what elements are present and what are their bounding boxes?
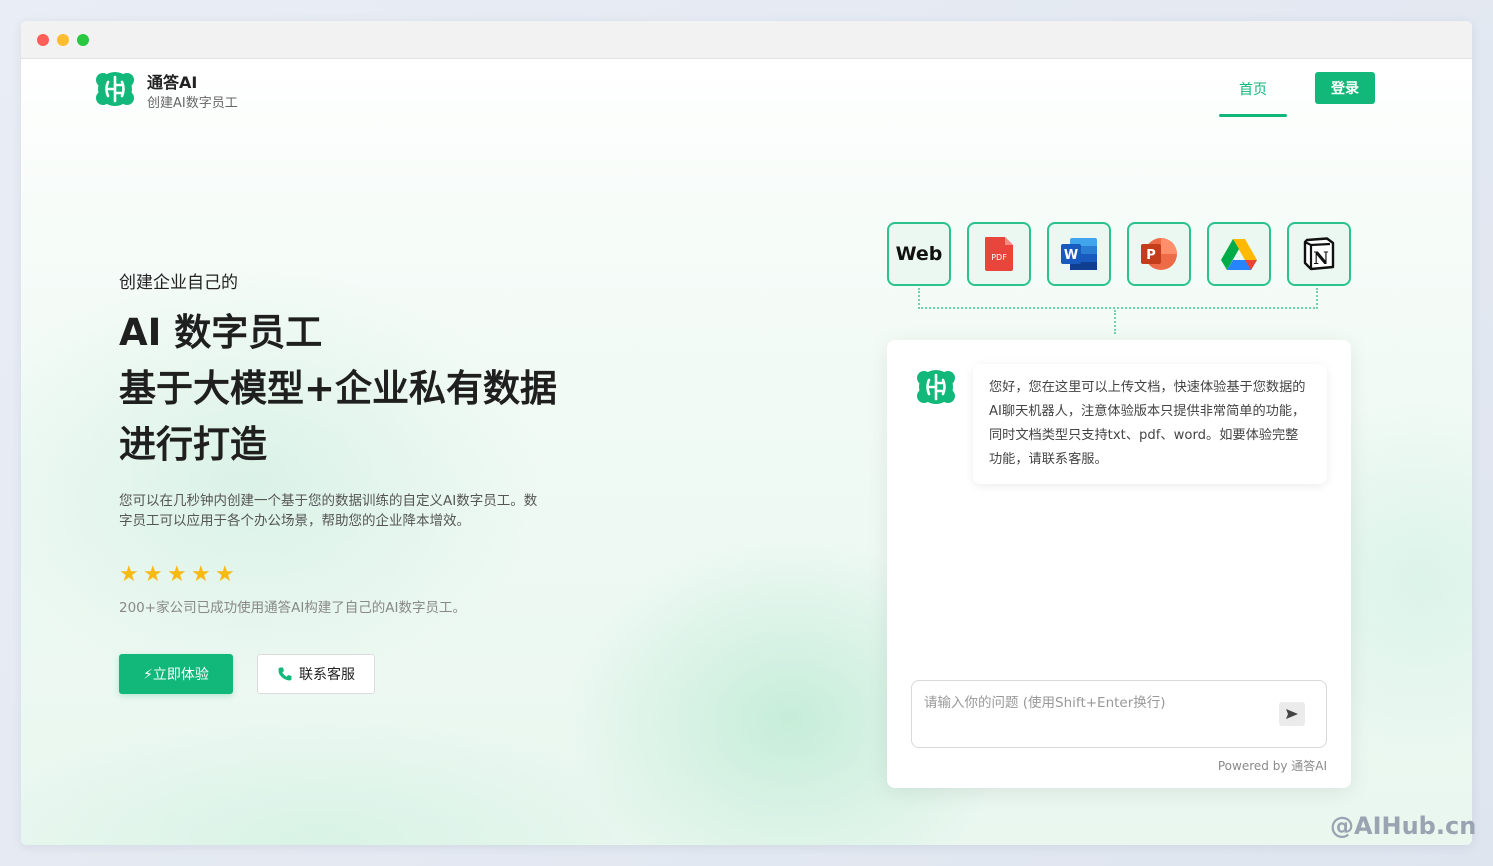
chat-widget: 您好，您在这里可以上传文档，快速体验基于您数据的AI聊天机器人，注意体验版本只提…: [887, 340, 1351, 788]
hero-kicker: 创建企业自己的: [119, 273, 238, 293]
star-icon: ★: [215, 562, 236, 587]
brand-name[interactable]: 通答AI: [147, 69, 197, 93]
brain-icon[interactable]: [94, 68, 136, 110]
integration-pdf: PDF: [967, 222, 1031, 286]
social-proof-text: 200+家公司已成功使用通答AI构建了自己的AI数字员工。: [119, 600, 467, 616]
try-now-button[interactable]: ⚡立即体验: [119, 654, 233, 694]
phone-icon: [278, 667, 292, 681]
hero-title-line: 进行打造: [119, 423, 267, 466]
svg-text:N: N: [1313, 249, 1329, 269]
contact-support-button[interactable]: 联系客服: [257, 654, 375, 694]
watermark: @AIHub.cn: [1330, 812, 1477, 840]
window-titlebar: [21, 21, 1472, 59]
google-drive-icon: [1221, 239, 1257, 270]
pdf-icon: PDF: [985, 237, 1013, 271]
star-icon: ★: [191, 562, 212, 587]
powered-by: Powered by 通答AI: [1217, 759, 1327, 773]
integration-word: W: [1047, 222, 1111, 286]
star-icon: ★: [167, 562, 188, 587]
brand-tagline: 创建AI数字员工: [147, 96, 238, 111]
integration-connector: [1114, 310, 1116, 334]
powerpoint-icon: P: [1141, 238, 1177, 270]
svg-text:P: P: [1146, 248, 1156, 263]
minimize-window-button[interactable]: [57, 34, 69, 46]
word-icon: W: [1061, 238, 1097, 270]
web-icon: Web: [895, 243, 943, 265]
rating-stars: ★ ★ ★ ★ ★: [119, 562, 239, 587]
svg-text:PDF: PDF: [991, 253, 1007, 262]
nav-home-link[interactable]: 首页: [1219, 79, 1287, 99]
browser-window: 通答AI 创建AI数字员工 首页 登录 创建企业自己的 AI 数字员工 基于大模…: [21, 21, 1472, 845]
notion-icon: N: [1303, 237, 1335, 271]
chat-input[interactable]: [911, 680, 1327, 748]
hero-title: AI 数字员工 基于大模型+企业私有数据 进行打造: [119, 305, 557, 473]
contact-support-label: 联系客服: [299, 667, 355, 683]
svg-text:W: W: [1064, 248, 1078, 263]
maximize-window-button[interactable]: [77, 34, 89, 46]
integration-powerpoint: P: [1127, 222, 1191, 286]
integration-notion: N: [1287, 222, 1351, 286]
hero-description: 您可以在几秒钟内创建一个基于您的数据训练的自定义AI数字员工。数字员工可以应用于…: [119, 493, 538, 529]
brain-icon: [917, 370, 955, 404]
integration-web: Web: [887, 222, 951, 286]
star-icon: ★: [143, 562, 164, 587]
star-icon: ★: [119, 562, 140, 587]
send-icon: [1286, 709, 1298, 719]
send-button[interactable]: [1279, 702, 1305, 726]
login-button[interactable]: 登录: [1315, 72, 1375, 104]
landing-page: 通答AI 创建AI数字员工 首页 登录 创建企业自己的 AI 数字员工 基于大模…: [21, 59, 1472, 845]
hero-title-line: 基于大模型+企业私有数据: [119, 367, 558, 410]
integration-connector: [918, 288, 1318, 309]
nav-active-indicator: [1219, 114, 1287, 117]
close-window-button[interactable]: [37, 34, 49, 46]
hero-title-line: AI 数字员工: [119, 311, 323, 354]
integration-google-drive: [1207, 222, 1271, 286]
bot-message: 您好，您在这里可以上传文档，快速体验基于您数据的AI聊天机器人，注意体验版本只提…: [973, 364, 1327, 484]
